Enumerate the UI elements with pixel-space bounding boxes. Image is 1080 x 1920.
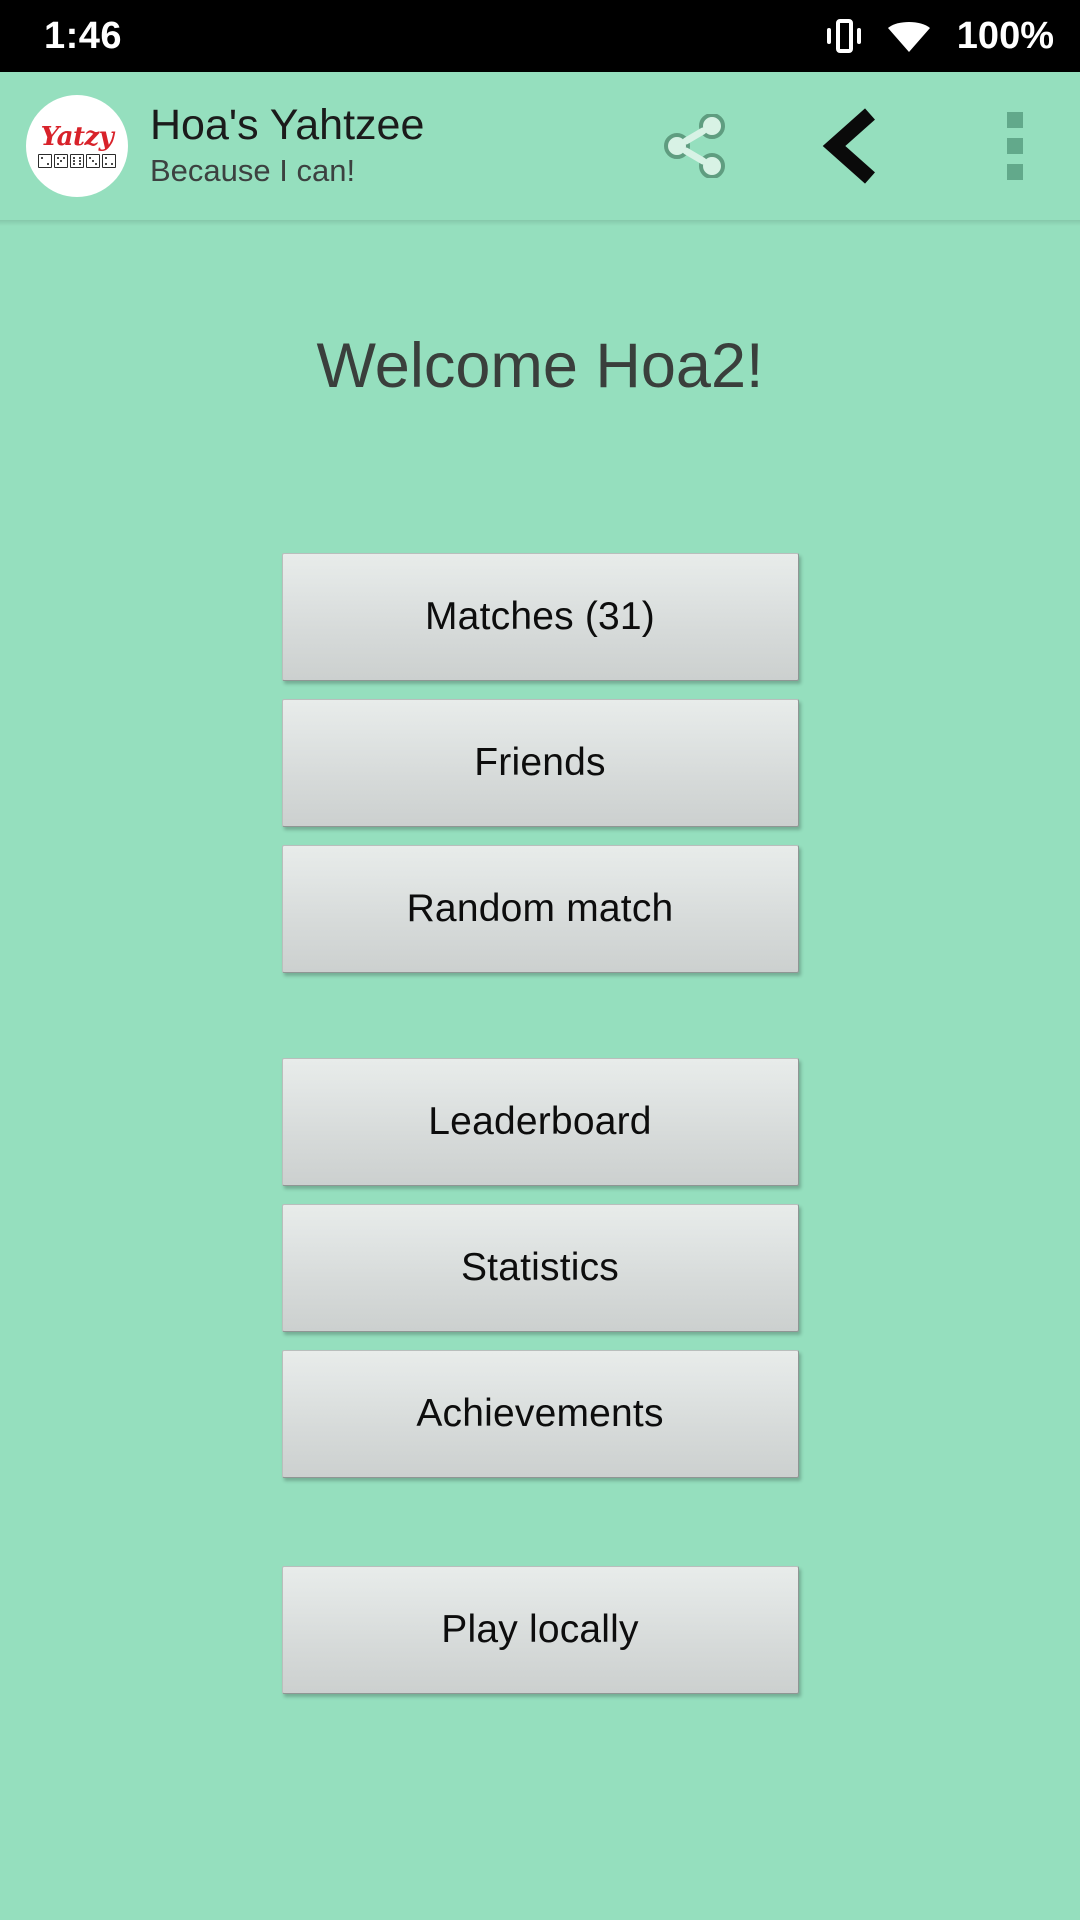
achievements-button[interactable]: Achievements — [281, 1350, 799, 1478]
status-icons: 100% — [826, 15, 1054, 57]
app-screen: 1:46 100% Yatzy Hoa's Yahtzee Because I … — [0, 0, 1080, 1920]
button-group-online: Matches (31) Friends Random match — [0, 553, 1080, 973]
welcome-heading: Welcome Hoa2! — [316, 331, 764, 401]
app-logo: Yatzy — [26, 95, 128, 197]
friends-button[interactable]: Friends — [281, 699, 799, 827]
app-subtitle: Because I can! — [150, 153, 356, 189]
overflow-menu-icon — [1007, 112, 1023, 180]
random-match-button[interactable]: Random match — [281, 845, 799, 973]
die-icon — [70, 154, 84, 168]
app-bar-actions — [640, 87, 1070, 205]
die-icon — [86, 154, 100, 168]
main-content: Welcome Hoa2! Matches (31) Friends Rando… — [0, 220, 1080, 1920]
wifi-icon — [887, 22, 930, 52]
die-icon — [102, 154, 116, 168]
share-button[interactable] — [640, 87, 750, 205]
status-clock: 1:46 — [44, 15, 123, 57]
logo-word: Yatzy — [40, 122, 114, 152]
button-group-stats: Leaderboard Statistics Achievements — [0, 1058, 1080, 1478]
play-locally-button[interactable]: Play locally — [281, 1566, 799, 1694]
app-bar-titles: Hoa's Yahtzee Because I can! — [150, 101, 425, 189]
leaderboard-button[interactable]: Leaderboard — [281, 1058, 799, 1186]
vibrate-icon — [826, 16, 861, 56]
die-icon — [54, 154, 68, 168]
battery-percentage: 100% — [956, 15, 1054, 57]
button-group-local: Play locally — [0, 1566, 1080, 1694]
statistics-button[interactable]: Statistics — [281, 1204, 799, 1332]
app-bar: Yatzy Hoa's Yahtzee Because I can! — [0, 72, 1080, 226]
back-icon — [822, 108, 875, 184]
back-button[interactable] — [800, 87, 910, 205]
logo-dice — [38, 154, 116, 168]
matches-button[interactable]: Matches (31) — [281, 553, 799, 681]
status-bar: 1:46 100% — [0, 0, 1080, 72]
overflow-menu-button[interactable] — [960, 87, 1070, 205]
die-icon — [38, 154, 52, 168]
share-icon — [664, 114, 725, 178]
app-title: Hoa's Yahtzee — [150, 101, 425, 150]
